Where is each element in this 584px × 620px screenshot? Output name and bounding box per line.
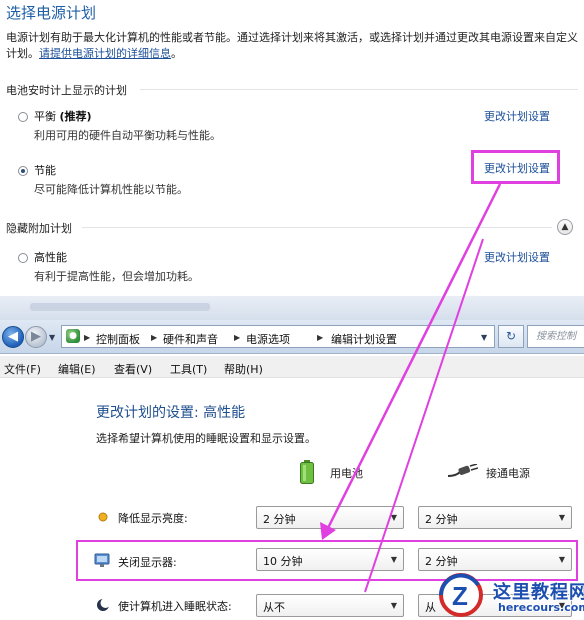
sleep-label: 使计算机进入睡眠状态:: [118, 600, 232, 613]
window-title-bar: [0, 296, 584, 320]
column-header-battery: 用电池: [330, 467, 363, 480]
select-value: 10 分钟: [263, 555, 303, 568]
dim-display-label: 降低显示亮度:: [118, 512, 188, 525]
plan-name-high-performance: 高性能: [34, 251, 67, 264]
menu-edit[interactable]: 编辑(E): [58, 361, 96, 377]
chevron-down-icon: ▼: [390, 555, 397, 564]
change-plan-settings-power-saver-link[interactable]: 更改计划设置: [484, 160, 550, 176]
turn-off-display-label: 关闭显示器:: [118, 556, 177, 569]
breadcrumb-power-options[interactable]: 电源选项: [246, 331, 290, 347]
svg-text:Z: Z: [452, 581, 468, 611]
plan-radio-power-saver[interactable]: [18, 166, 28, 176]
change-plan-settings-balanced-link[interactable]: 更改计划设置: [484, 108, 550, 124]
power-plug-icon: [448, 464, 478, 477]
forward-arrow-icon[interactable]: ▶: [25, 326, 47, 348]
turn-off-display-battery-select[interactable]: 10 分钟 ▼: [256, 548, 404, 571]
plan-name-balanced: 平衡 (推荐): [34, 108, 92, 124]
plan-settings-title: 更改计划的设置: 高性能: [96, 405, 246, 421]
breadcrumb-separator-icon[interactable]: ▶: [234, 333, 240, 342]
description-end: 。: [171, 47, 182, 60]
select-value: 2 分钟: [263, 513, 296, 526]
breadcrumb-edit-plan[interactable]: 编辑计划设置: [331, 331, 397, 347]
plan-name-power-saver: 节能: [34, 164, 56, 177]
monitor-icon: [94, 553, 110, 567]
battery-meter-plans-label: 电池安时计上显示的计划: [6, 84, 127, 97]
recent-pages-dropdown-icon[interactable]: ▼: [49, 333, 55, 342]
plan-recommended-tag: (推荐): [59, 110, 92, 123]
blurred-title: [30, 303, 210, 311]
refresh-icon[interactable]: ↻: [498, 325, 524, 348]
dim-display-battery-select[interactable]: 2 分钟 ▼: [256, 506, 404, 529]
plan-settings-subtitle: 选择希望计算机使用的睡眠设置和显示设置。: [96, 432, 316, 445]
breadcrumb-control-panel[interactable]: 控制面板: [96, 331, 140, 347]
menu-file[interactable]: 文件(F): [4, 361, 41, 377]
page-description: 电源计划有助于最大化计算机的性能或者节能。通过选择计划来将其激活，或选择计划并通…: [6, 30, 578, 62]
plan-name-text: 平衡: [34, 110, 56, 123]
plan-desc-high-performance: 有利于提高性能，但会增加功耗。: [34, 270, 199, 283]
select-value: 2 分钟: [425, 555, 458, 568]
breadcrumb-separator-icon[interactable]: ▶: [84, 333, 90, 342]
plan-desc-power-saver: 尽可能降低计算机性能以节能。: [34, 183, 188, 196]
breadcrumb-separator-icon[interactable]: ▶: [317, 333, 323, 342]
turn-off-display-plugged-select[interactable]: 2 分钟 ▼: [418, 548, 572, 571]
hidden-plans-label: 隐藏附加计划: [6, 222, 72, 235]
plan-radio-high-performance[interactable]: [18, 253, 28, 263]
sleep-battery-select[interactable]: 从不 ▼: [256, 594, 404, 617]
breadcrumb-separator-icon[interactable]: ▶: [151, 333, 157, 342]
select-value: 从不: [263, 601, 285, 614]
battery-icon: [300, 460, 314, 484]
select-value: 2 分钟: [425, 513, 458, 526]
chevron-down-icon: ▼: [390, 601, 397, 610]
watermark-site: herecours.com: [498, 601, 584, 614]
group-divider: [140, 89, 578, 90]
menu-tools[interactable]: 工具(T): [170, 361, 207, 377]
breadcrumb-hardware-sound[interactable]: 硬件和声音: [163, 331, 218, 347]
page-title: 选择电源计划: [6, 4, 97, 22]
address-dropdown-icon[interactable]: ▼: [481, 333, 487, 342]
plan-radio-balanced[interactable]: [18, 112, 28, 122]
plan-desc-balanced: 利用可用的硬件自动平衡功耗与性能。: [34, 129, 221, 142]
chevron-down-icon: ▼: [558, 555, 565, 564]
column-header-plugged-in: 接通电源: [486, 467, 530, 480]
sleep-moon-icon: [97, 598, 110, 611]
chevron-down-icon: ▼: [558, 513, 565, 522]
watermark-logo-icon: Z: [439, 573, 483, 617]
chevron-down-icon: ▼: [390, 513, 397, 522]
brightness-icon: [98, 512, 108, 522]
control-panel-icon: ●: [66, 329, 80, 343]
collapse-chevron-icon[interactable]: ▲: [557, 219, 573, 235]
group-divider: [82, 227, 552, 228]
change-plan-settings-high-performance-link[interactable]: 更改计划设置: [484, 249, 550, 265]
search-input[interactable]: 搜索控制: [527, 325, 584, 348]
plan-details-link[interactable]: 请提供电源计划的详细信息: [39, 47, 171, 60]
back-arrow-icon[interactable]: ◀: [2, 326, 24, 348]
menu-view[interactable]: 查看(V): [114, 361, 152, 377]
menu-help[interactable]: 帮助(H): [224, 361, 263, 377]
dim-display-plugged-select[interactable]: 2 分钟 ▼: [418, 506, 572, 529]
